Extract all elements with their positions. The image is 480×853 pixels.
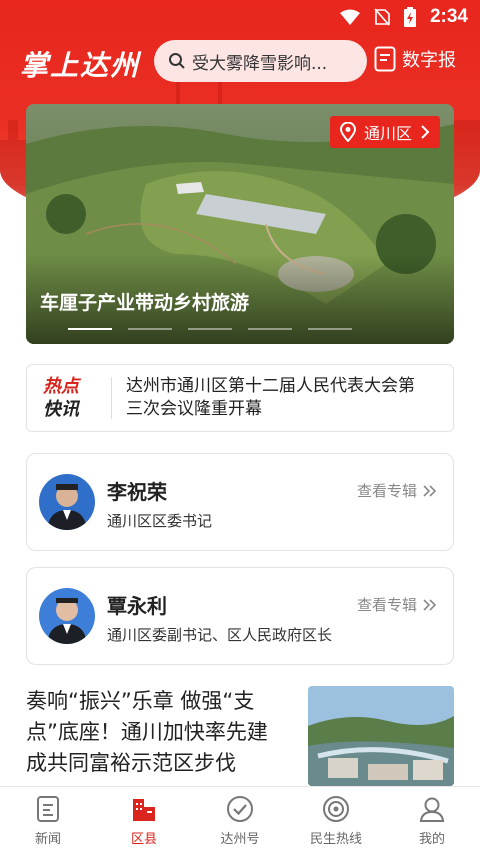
double-chevron-right-icon [423, 484, 437, 497]
battery-charging-icon [403, 7, 416, 27]
tab-label: 我的 [418, 832, 445, 847]
view-album-label: 查看专辑 [356, 596, 417, 614]
leader-card[interactable]: 李祝荣 通川区区委书记 查看专辑 [26, 453, 454, 551]
avatar [39, 588, 95, 644]
double-chevron-right-icon [423, 598, 437, 611]
hot-news-logo-line1: 热点 [43, 376, 79, 397]
chevron-right-icon [421, 125, 430, 139]
profile-icon [419, 797, 445, 822]
tab-profile[interactable]: 我的 [384, 787, 480, 853]
tab-news[interactable]: 新闻 [0, 787, 96, 853]
hot-news-card[interactable]: 热点 快讯 达州市通川区第十二届人民代表大会第三次会议隆重开幕 [26, 364, 454, 432]
status-time: 2:34 [429, 6, 468, 27]
view-album-link[interactable]: 查看专辑 [357, 594, 437, 615]
digital-paper-label: 数字报 [402, 50, 456, 71]
tab-label: 区县 [130, 832, 157, 847]
carousel-dot[interactable] [248, 328, 292, 330]
news-icon [37, 796, 59, 822]
district-name: 通川区 [363, 124, 412, 143]
tab-label: 新闻 [34, 832, 61, 847]
search-icon [169, 53, 185, 69]
news-headline[interactable]: 奏响“振兴”乐章 做强“支点”底座！通川加快率先建成共同富裕示范区步伐 [26, 686, 286, 779]
banner-carousel[interactable]: 通川区 车厘子产业带动乡村旅游 [26, 104, 454, 344]
banner-caption: 车厘子产业带动乡村旅游 [40, 292, 250, 314]
hot-news-logo-line2: 快讯 [43, 399, 79, 420]
carousel-dot[interactable] [68, 328, 112, 330]
tab-hotline[interactable]: 民生热线 [288, 787, 384, 853]
location-pin-icon [339, 122, 356, 142]
news-thumbnail[interactable] [308, 686, 454, 786]
tab-dazhou-account[interactable]: 达州号 [192, 787, 288, 853]
tab-label: 民生热线 [309, 832, 362, 847]
district-selector[interactable]: 通川区 [329, 116, 440, 148]
tab-label: 达州号 [220, 832, 260, 847]
leader-name: 李祝荣 [107, 480, 167, 504]
tab-district[interactable]: 区县 [96, 787, 192, 853]
carousel-dot[interactable] [128, 328, 172, 330]
leader-title: 通川区区委书记 [107, 512, 213, 530]
carousel-dot[interactable] [188, 328, 232, 330]
avatar [39, 474, 95, 530]
leader-title: 通川区委副书记、区人民政府区长 [107, 626, 333, 644]
carousel-dot[interactable] [308, 328, 352, 330]
dazhou-account-icon [227, 796, 253, 822]
status-bar: 2:34 [0, 0, 480, 34]
leader-card[interactable]: 覃永利 通川区委副书记、区人民政府区长 查看专辑 [26, 567, 454, 665]
leader-name: 覃永利 [107, 594, 167, 618]
view-album-label: 查看专辑 [356, 482, 417, 500]
no-sim-icon [374, 8, 390, 26]
wifi-icon [339, 9, 360, 25]
app-logo: 掌上达州 [20, 49, 141, 82]
search-placeholder: 受大雾降雪影响... [192, 53, 328, 74]
bottom-tab-bar: 新闻 区县 达州号 民生热线 我的 [0, 786, 480, 853]
search-input[interactable]: 受大雾降雪影响... [154, 40, 367, 82]
hot-news-headline: 达州市通川区第十二届人民代表大会第三次会议隆重开幕 [126, 376, 415, 419]
divider [111, 377, 112, 419]
carousel-indicator [68, 328, 352, 330]
digital-paper-button[interactable]: 数字报 [374, 46, 456, 72]
view-album-link[interactable]: 查看专辑 [357, 480, 437, 501]
hotline-icon [323, 796, 349, 822]
newspaper-icon [374, 46, 396, 72]
district-icon [133, 799, 155, 821]
hot-news-logo: 热点 快讯 [27, 375, 111, 421]
